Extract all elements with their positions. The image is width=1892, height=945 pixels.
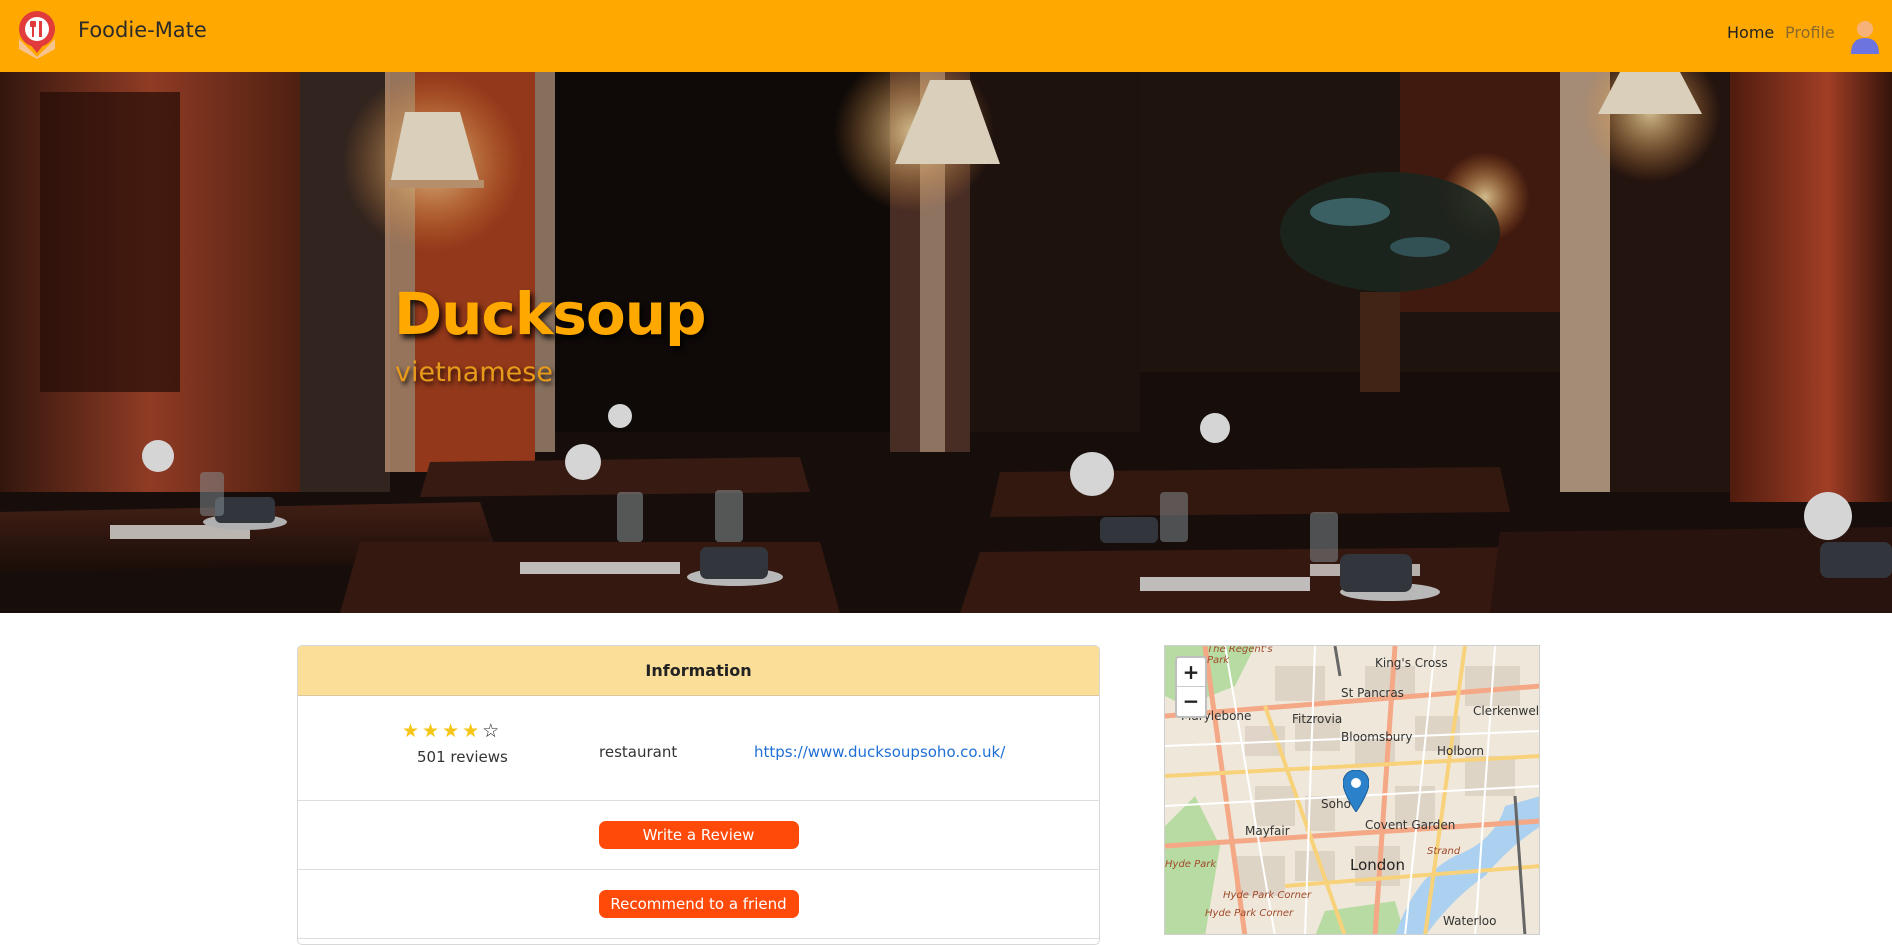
nav-home-link[interactable]: Home [1727,23,1774,42]
star-full-icon: ★ [402,720,420,742]
map-label-strand: Strand [1427,846,1461,857]
map-label-kings-cross: King's Cross [1375,656,1448,670]
star-empty-icon: ☆ [482,720,500,742]
map-label-hyde-park: Hyde Park [1165,859,1217,870]
map-zoom-control: + − [1175,656,1207,718]
user-avatar-icon[interactable] [1849,18,1881,54]
restaurant-interior-photo [0,72,1892,613]
map-label-waterloo: Waterloo [1443,914,1497,928]
category-label: restaurant [599,743,678,761]
star-full-icon: ★ [422,720,440,742]
zoom-in-button[interactable]: + [1177,658,1205,687]
map-label-mayfair: Mayfair [1245,824,1290,838]
foodie-mate-logo-icon[interactable] [16,9,58,59]
star-full-icon: ★ [442,720,460,742]
cuisine-type: vietnamese [395,357,553,388]
map-label-london: London [1350,856,1405,874]
star-rating: ★ ★ ★ ★ ☆ [402,721,499,741]
hero-banner: Ducksoup vietnamese [0,72,1892,613]
restaurant-name: Ducksoup [394,280,707,348]
map-label-holborn: Holborn [1437,744,1484,758]
map-label-fitzrovia: Fitzrovia [1292,712,1343,726]
map-marker-icon[interactable] [1343,770,1369,812]
information-row: ★ ★ ★ ★ ☆ 501 reviews restaurant https:/… [298,696,1099,801]
star-full-icon: ★ [462,720,480,742]
brand-name[interactable]: Foodie-Mate [78,18,207,42]
map-label-covent-garden: Covent Garden [1365,818,1456,832]
recommend-button[interactable]: Recommend to a friend [598,890,799,918]
location-map[interactable]: + − The Regent's Park King's Cross St Pa… [1164,645,1540,935]
website-link[interactable]: https://www.ducksoupsoho.co.uk/ [754,743,1005,761]
map-label-hyde-park-corner: Hyde Park Corner [1223,890,1312,901]
map-label-regents-park: The Regent's Park [1207,645,1273,666]
map-label-st-pancras: St Pancras [1341,686,1404,700]
map-label-bloomsbury: Bloomsbury [1341,730,1413,744]
navbar: Foodie-Mate Home Profile [0,0,1892,72]
nav-profile-link[interactable]: Profile [1785,23,1835,42]
review-count: 501 reviews [417,748,508,766]
write-review-button[interactable]: Write a Review [598,821,799,849]
information-card: Information ★ ★ ★ ★ ☆ 501 reviews restau… [297,645,1100,945]
write-review-row: Write a Review [298,801,1099,870]
zoom-out-button[interactable]: − [1177,687,1205,716]
map-label-hyde-park-corner-2: Hyde Park Corner [1205,908,1294,919]
map-label-clerkenwell: Clerkenwell [1473,704,1540,718]
information-header: Information [298,646,1099,696]
recommend-row: Recommend to a friend [298,870,1099,939]
